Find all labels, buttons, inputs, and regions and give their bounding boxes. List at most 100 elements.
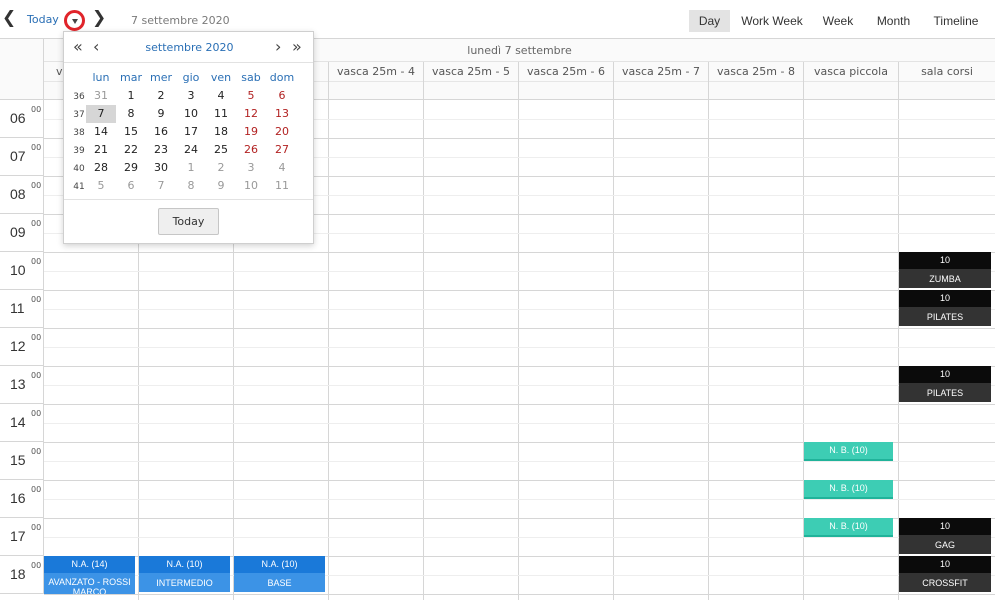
calendar-day[interactable]: 10 — [236, 177, 266, 195]
calendar-day[interactable]: 4 — [206, 87, 236, 105]
calendar-day[interactable]: 22 — [116, 141, 146, 159]
resource-label: vasca 25m - 7 — [614, 62, 708, 82]
event-nb[interactable]: N. B. (10) — [804, 518, 893, 537]
calendar-day[interactable]: 5 — [86, 177, 116, 195]
resource-column[interactable] — [329, 100, 424, 600]
hour-number: 18 — [10, 566, 26, 582]
event-nb[interactable]: N. B. (10) — [804, 442, 893, 461]
hour-number: 14 — [10, 414, 26, 430]
event-zumba[interactable]: 10 ZUMBA — [899, 252, 991, 288]
event-title: GAG — [899, 535, 991, 554]
today-link[interactable]: Today — [27, 13, 59, 26]
calendar-day[interactable]: 18 — [206, 123, 236, 141]
resource-column[interactable] — [709, 100, 804, 600]
calendar-today-button[interactable]: Today — [158, 208, 219, 235]
resource-column-header[interactable]: vasca 25m - 5 — [424, 62, 519, 100]
calendar-day[interactable]: 27 — [267, 141, 297, 159]
calendar-day[interactable]: 28 — [86, 159, 116, 177]
calendar-day[interactable]: 23 — [146, 141, 176, 159]
calendar-dropdown-button[interactable] — [64, 10, 85, 31]
calendar-day[interactable]: 9 — [146, 105, 176, 123]
previous-day-button[interactable]: ❮ — [2, 8, 16, 28]
calendar-day[interactable]: 17 — [176, 123, 206, 141]
minute-label: 00 — [31, 257, 42, 266]
calendar-day[interactable]: 5 — [236, 87, 266, 105]
resource-column-header[interactable]: sala corsi — [899, 62, 995, 100]
hour-label: 08 00 — [0, 176, 44, 214]
calendar-day[interactable]: 10 — [176, 105, 206, 123]
calendar-day[interactable]: 6 — [116, 177, 146, 195]
event-gag[interactable]: 10 GAG — [899, 518, 991, 554]
current-date-label: 7 settembre 2020 — [131, 14, 230, 27]
next-day-button[interactable]: ❯ — [92, 8, 106, 28]
view-work-week-button[interactable]: Work Week — [737, 10, 807, 32]
view-timeline-button[interactable]: Timeline — [928, 10, 984, 32]
calendar-day[interactable]: 3 — [236, 159, 266, 177]
resource-column-header[interactable]: vasca 25m - 4 — [329, 62, 424, 100]
event-crossfit[interactable]: 10 CROSSFIT — [899, 556, 991, 594]
event-count: 10 — [899, 518, 991, 535]
calendar-day[interactable]: 11 — [206, 105, 236, 123]
half-hour-line — [44, 309, 995, 310]
calendar-day[interactable]: 14 — [86, 123, 116, 141]
resource-column[interactable] — [519, 100, 614, 600]
calendar-day[interactable]: 3 — [176, 87, 206, 105]
minute-label: 00 — [31, 371, 42, 380]
calendar-day[interactable]: 2 — [206, 159, 236, 177]
view-day-button[interactable]: Day — [689, 10, 730, 32]
calendar-day[interactable]: 8 — [176, 177, 206, 195]
calendar-day[interactable]: 19 — [236, 123, 266, 141]
hour-number: 07 — [10, 148, 26, 164]
calendar-day[interactable]: 9 — [206, 177, 236, 195]
event-count: 10 — [899, 556, 991, 573]
event-pilates[interactable]: 10 PILATES — [899, 366, 991, 402]
calendar-day[interactable]: 25 — [206, 141, 236, 159]
resource-column-header[interactable]: vasca 25m - 6 — [519, 62, 614, 100]
calendar-day[interactable]: 7 — [146, 177, 176, 195]
resource-column-header[interactable]: vasca piccola — [804, 62, 899, 100]
resource-column-header[interactable]: vasca 25m - 7 — [614, 62, 709, 100]
calendar-day[interactable]: 15 — [116, 123, 146, 141]
calendar-day[interactable]: 21 — [86, 141, 116, 159]
calendar-day[interactable]: 1 — [176, 159, 206, 177]
calendar-day[interactable]: 11 — [267, 177, 297, 195]
calendar-day[interactable]: 16 — [146, 123, 176, 141]
event-pilates[interactable]: 10 PILATES — [899, 290, 991, 326]
event-title: BASE — [234, 573, 325, 592]
calendar-day[interactable]: 12 — [236, 105, 266, 123]
resource-column-header[interactable]: vasca 25m - 8 — [709, 62, 804, 100]
event-avanzato[interactable]: N.A. (14) AVANZATO - ROSSI MARCO — [44, 556, 135, 594]
calendar-day[interactable]: 24 — [176, 141, 206, 159]
week-number: 39 — [73, 146, 85, 156]
hour-number: 15 — [10, 452, 26, 468]
header-corner — [0, 38, 44, 100]
calendar-day[interactable]: 26 — [236, 141, 266, 159]
hour-number: 12 — [10, 338, 26, 354]
resource-label: vasca piccola — [804, 62, 898, 82]
calendar-day[interactable]: 4 — [267, 159, 297, 177]
resource-label: vasca 25m - 4 — [329, 62, 423, 82]
minute-label: 00 — [31, 447, 42, 456]
event-intermedio[interactable]: N.A. (10) INTERMEDIO — [139, 556, 230, 594]
calendar-day[interactable]: 1 — [116, 87, 146, 105]
resource-label: sala corsi — [899, 62, 995, 82]
event-base[interactable]: N.A. (10) BASE — [234, 556, 325, 594]
calendar-day[interactable]: 30 — [146, 159, 176, 177]
view-month-button[interactable]: Month — [870, 10, 917, 32]
calendar-day[interactable]: 29 — [116, 159, 146, 177]
hour-number: 06 — [10, 110, 26, 126]
calendar-day[interactable]: 20 — [267, 123, 297, 141]
event-nb[interactable]: N. B. (10) — [804, 480, 893, 499]
next-year-button[interactable]: » — [292, 38, 302, 56]
calendar-day[interactable]: 8 — [116, 105, 146, 123]
calendar-day[interactable]: 6 — [267, 87, 297, 105]
weekday-header: mer — [149, 71, 172, 84]
calendar-day[interactable]: 13 — [267, 105, 297, 123]
calendar-day[interactable]: 31 — [86, 87, 116, 105]
next-month-button[interactable]: › — [275, 38, 281, 56]
resource-column[interactable] — [614, 100, 709, 600]
calendar-day-selected[interactable]: 7 — [86, 105, 116, 123]
calendar-day[interactable]: 2 — [146, 87, 176, 105]
view-week-button[interactable]: Week — [816, 10, 860, 32]
resource-column[interactable] — [424, 100, 519, 600]
